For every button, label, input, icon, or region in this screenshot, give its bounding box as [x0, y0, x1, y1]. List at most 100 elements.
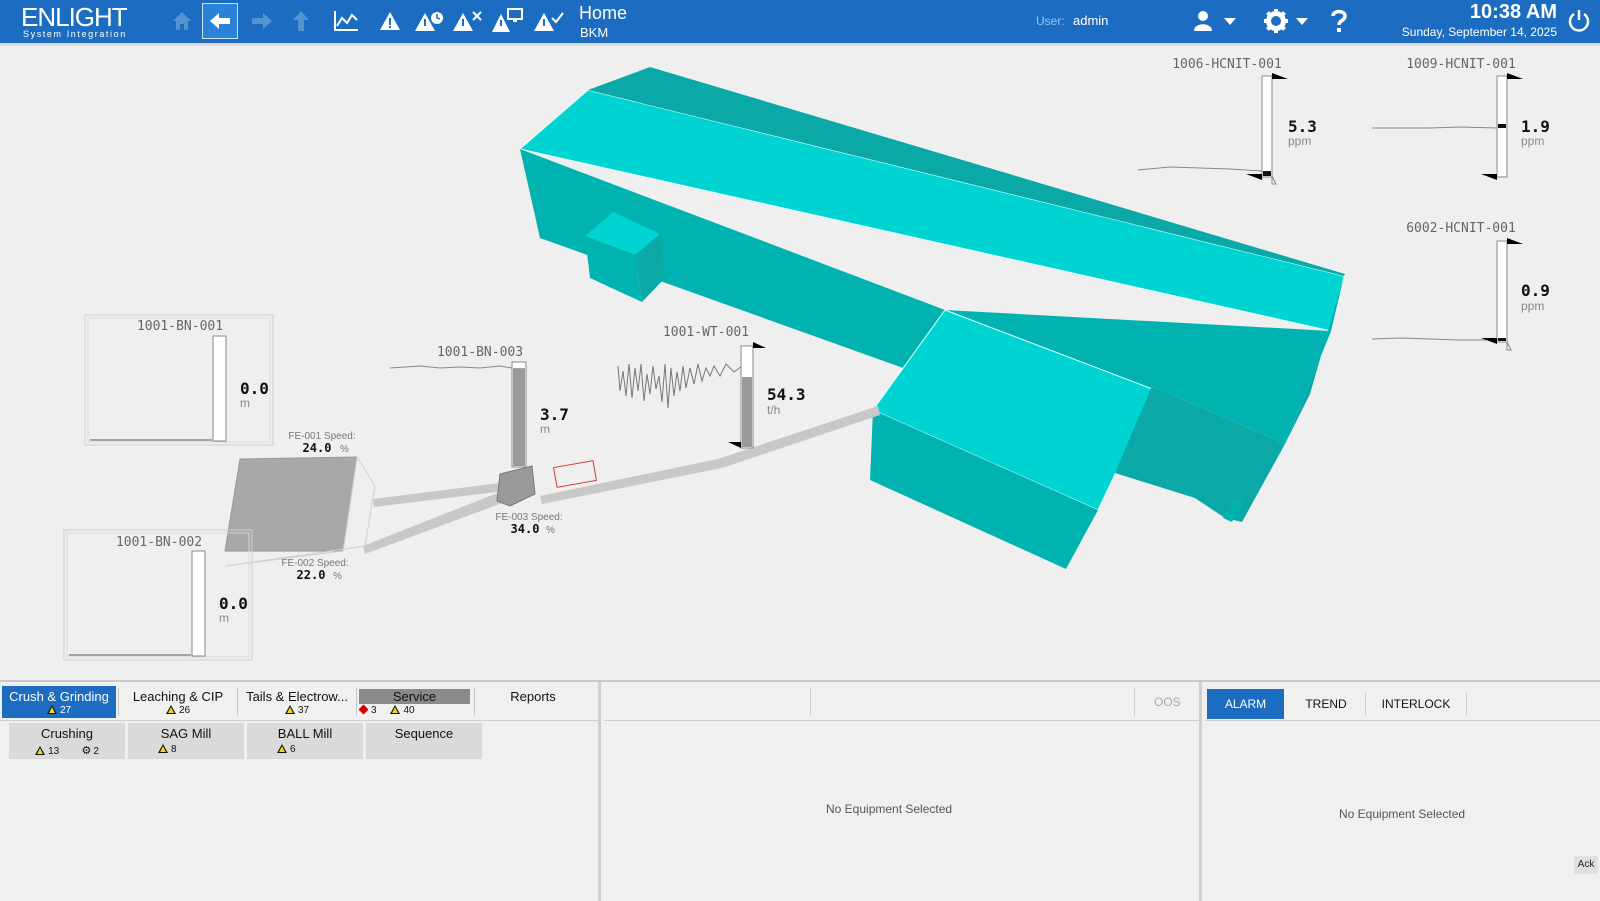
tab-tails-electrowinning[interactable]: Tails & Electrow... 37 — [240, 686, 354, 718]
warning-icon — [158, 744, 168, 753]
logo: ENLIGHT — [21, 2, 128, 32]
area-navigation-panel: Crush & Grinding 27 Leaching & CIP 26 Ta… — [0, 682, 601, 901]
mill-building[interactable] — [518, 67, 1345, 569]
tab-trend[interactable]: TREND — [1287, 689, 1365, 719]
alarm-ack-icon — [534, 12, 564, 31]
hcn-1009-unit: ppm — [1521, 134, 1544, 148]
top-bar: ENLIGHT System Integration Home BKM User… — [0, 0, 1600, 43]
bin-002-unit: m — [219, 611, 229, 625]
subtab-crushing[interactable]: Crushing 13 ⚙ 2 — [9, 723, 125, 759]
forward-arrow-icon — [252, 13, 272, 29]
weigher-sparkline — [617, 363, 743, 409]
logo-subtitle: System Integration — [23, 29, 127, 39]
hcn-1006-unit: ppm — [1288, 134, 1311, 148]
fe-002-unit: % — [333, 571, 342, 582]
user-icon — [1194, 11, 1236, 31]
warning-icon — [277, 744, 287, 753]
clock-date: Sunday, September 14, 2025 — [1401, 25, 1557, 39]
user-label: User: — [1036, 14, 1065, 28]
fe-003-value: 34.0 — [511, 522, 540, 536]
power-button[interactable] — [1561, 3, 1597, 39]
bin-003-unit: m — [540, 422, 550, 436]
alarm-diamond-icon — [358, 704, 369, 715]
alarm-empty-message: No Equipment Selected — [1339, 807, 1466, 821]
fe-003-unit: % — [546, 525, 555, 536]
tab-service[interactable]: Service 3 40 — [358, 686, 471, 718]
tab-leaching-cip[interactable]: Leaching & CIP 26 — [121, 686, 235, 718]
fe-002-value: 22.0 — [297, 568, 326, 582]
warning-icon — [284, 705, 295, 714]
help-button[interactable] — [1321, 3, 1357, 39]
fe-001-unit: % — [340, 444, 349, 455]
hcn-6002-sparkline — [1371, 337, 1497, 341]
alarm-outline-box — [552, 460, 598, 488]
feeder-fe-001[interactable] — [224, 456, 358, 552]
feeder-fe-003[interactable] — [496, 465, 536, 507]
hcn-1006-sparkline — [1137, 166, 1263, 172]
user-name: admin — [1073, 13, 1109, 28]
hcn-6002-level-bar[interactable] — [1496, 240, 1508, 343]
trend-chart-icon — [334, 11, 358, 31]
hcn-1006-level-bar[interactable] — [1261, 75, 1273, 178]
chevron-down-icon — [1224, 18, 1236, 25]
subtab-sequence[interactable]: Sequence — [366, 723, 482, 759]
back-button[interactable] — [202, 3, 238, 39]
bin-003-tag: 1001-BN-003 — [437, 345, 523, 360]
fe-001-value: 24.0 — [303, 441, 332, 455]
hcn-1009-level-fill — [1498, 124, 1506, 128]
maintenance-gear-icon: ⚙ — [81, 745, 92, 757]
warning-icon — [165, 705, 176, 714]
bin-001-level-bar[interactable] — [212, 335, 227, 442]
warning-icon — [390, 705, 401, 714]
bin-001-unit: m — [240, 396, 250, 410]
hcn-1009-sparkline — [1372, 126, 1498, 129]
weigher-unit: t/h — [767, 403, 780, 417]
hcn-6002-value: 0.9 — [1521, 281, 1550, 300]
alarm-station-icon — [492, 8, 523, 32]
up-button[interactable] — [283, 3, 319, 39]
bin-002-level-bar[interactable] — [191, 550, 206, 657]
home-icon — [173, 12, 191, 30]
page-title: Home — [579, 3, 628, 23]
settings-button[interactable] — [1262, 3, 1312, 39]
help-icon — [1331, 9, 1347, 32]
alarm-shelved-icon — [415, 12, 443, 31]
trend-button[interactable] — [328, 3, 364, 39]
plant-overview-graphic: 1001-BN-001 0.0 m 1001-BN-002 0.0 m FE-0… — [63, 57, 1550, 661]
oos-button[interactable]: OOS — [1154, 695, 1181, 709]
tab-crush-grinding[interactable]: Crush & Grinding 27 — [2, 686, 116, 718]
back-arrow-icon — [210, 13, 230, 29]
user-menu-button[interactable] — [1190, 3, 1240, 39]
gear-icon — [1264, 9, 1308, 33]
tab-alarm[interactable]: ALARM — [1207, 689, 1284, 719]
warning-icon — [35, 746, 46, 755]
hcn-1009-tag: 1009-HCNIT-001 — [1406, 57, 1516, 72]
hcn-6002-level-fill — [1498, 338, 1506, 341]
tab-reports[interactable]: Reports — [477, 686, 589, 718]
warning-icon — [46, 705, 57, 714]
alarm-ack-button[interactable] — [531, 3, 567, 39]
hcn-6002-tag: 6002-HCNIT-001 — [1406, 221, 1516, 236]
alarm-suppressed-button[interactable] — [450, 3, 486, 39]
process-graphic: 1001-BN-001 0.0 m 1001-BN-002 0.0 m FE-0… — [0, 43, 1600, 680]
alarm-station-button[interactable] — [490, 3, 526, 39]
power-icon — [1568, 10, 1590, 32]
alarm-suppressed-icon — [453, 11, 482, 31]
subtab-ball-mill[interactable]: BALL Mill 6 — [247, 723, 363, 759]
forward-button[interactable] — [244, 3, 280, 39]
bin-003-sparkline — [389, 365, 513, 369]
clock-time: 10:38 AM — [1469, 1, 1557, 23]
subtab-sag-mill[interactable]: SAG Mill 8 — [128, 723, 244, 759]
weigher-tag: 1001-WT-001 — [663, 325, 749, 340]
alarm-icon — [380, 12, 400, 30]
ack-button[interactable]: Ack — [1574, 856, 1598, 874]
bin-002-tag: 1001-BN-002 — [116, 535, 202, 550]
alarm-button[interactable] — [372, 3, 408, 39]
bottom-panels: Crush & Grinding 27 Leaching & CIP 26 Ta… — [0, 680, 1600, 901]
page-subtitle: BKM — [580, 25, 609, 40]
up-arrow-icon — [293, 11, 309, 31]
tab-interlock[interactable]: INTERLOCK — [1366, 689, 1466, 719]
weigher-value: 54.3 — [767, 385, 806, 404]
alarm-shelved-button[interactable] — [412, 3, 448, 39]
home-button[interactable] — [164, 3, 200, 39]
